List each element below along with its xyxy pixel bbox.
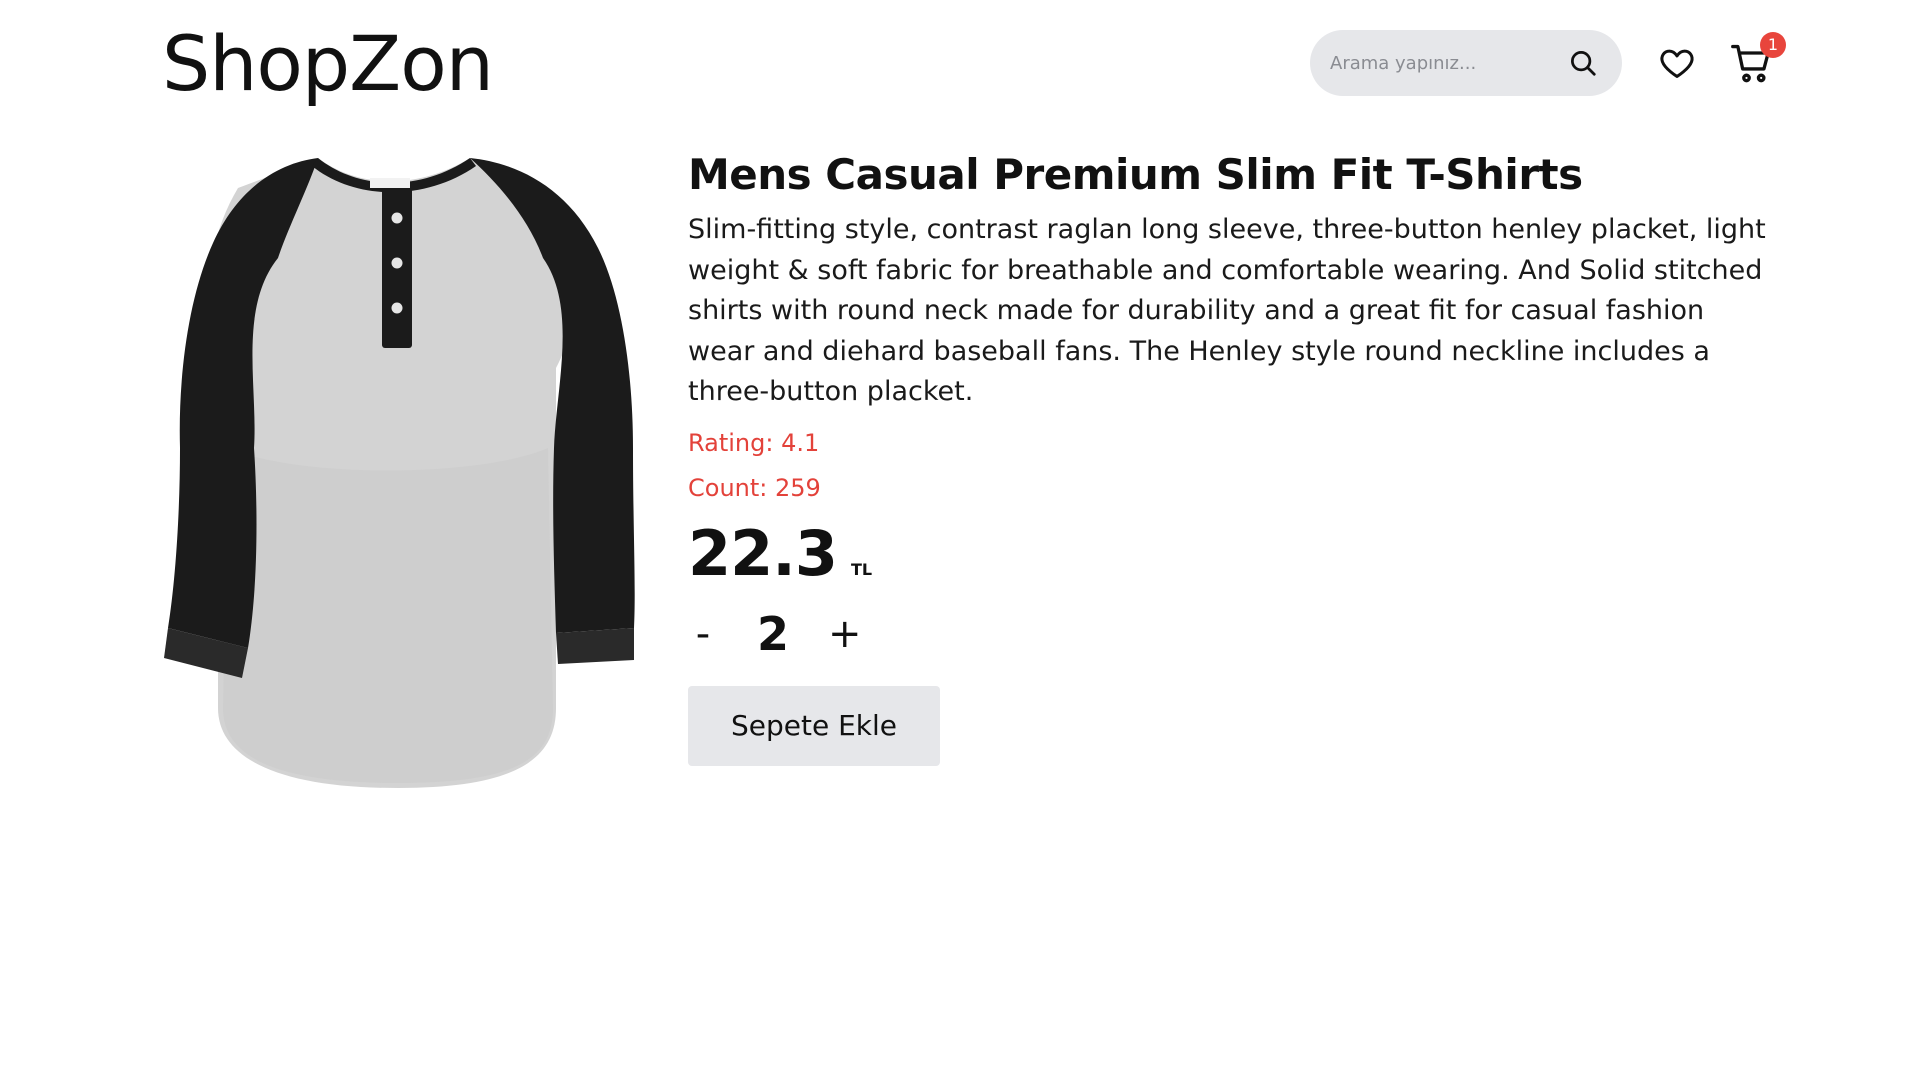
- quantity-decrement-button[interactable]: -: [688, 604, 718, 664]
- search-icon[interactable]: [1566, 46, 1600, 80]
- heart-icon[interactable]: [1658, 44, 1696, 82]
- cart-count-badge: 1: [1760, 32, 1786, 58]
- product-details: Mens Casual Premium Slim Fit T-Shirts Sl…: [688, 148, 1788, 766]
- price-currency: TL: [850, 559, 873, 579]
- quantity-value: 2: [756, 606, 789, 661]
- price-row: 22.3 TL: [688, 516, 1788, 590]
- product-description: Slim-fitting style, contrast raglan long…: [688, 214, 1766, 407]
- product-title: Mens Casual Premium Slim Fit T-Shirts: [688, 150, 1583, 199]
- site-logo[interactable]: ShopZon: [162, 18, 494, 110]
- product-page: ShopZon 1: [0, 0, 1920, 1080]
- add-to-cart-button[interactable]: Sepete Ekle: [688, 685, 940, 766]
- search-bar: [1310, 30, 1622, 96]
- search-input[interactable]: [1328, 42, 1566, 84]
- product-price: 22.3: [688, 516, 838, 590]
- quantity-increment-button[interactable]: +: [828, 604, 862, 664]
- product-image: [164, 158, 635, 788]
- quantity-stepper: - 2 +: [688, 604, 1788, 664]
- cart-button[interactable]: 1: [1730, 32, 1786, 88]
- product-rating: Rating: 4.1: [688, 428, 820, 457]
- product-rating-count: Count: 259: [688, 473, 821, 502]
